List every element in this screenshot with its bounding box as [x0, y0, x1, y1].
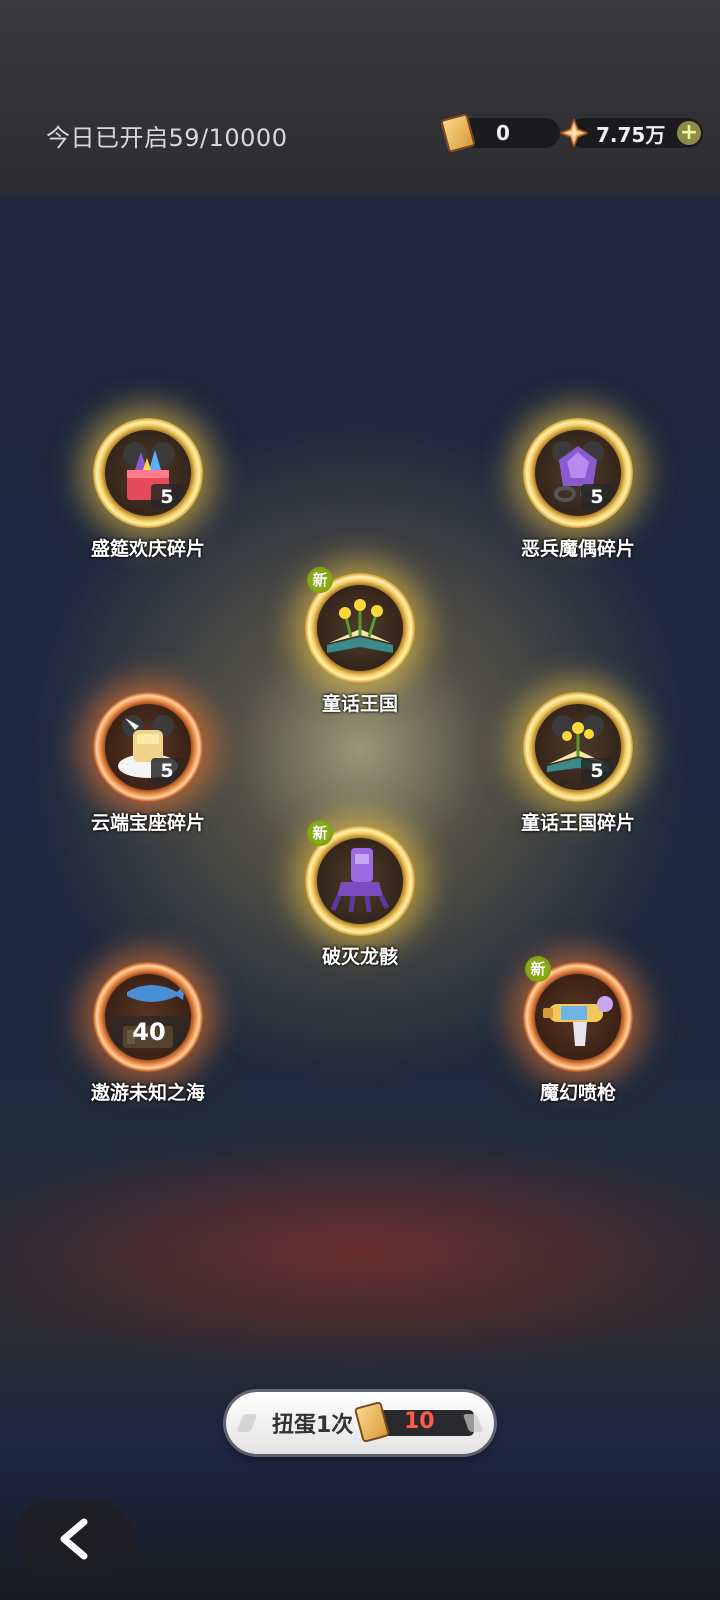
magic-spray-gun-icon	[543, 996, 613, 1046]
new-badge: 新	[307, 820, 333, 846]
reward-item[interactable]: 5 童话王国碎片	[503, 692, 653, 852]
reward-item[interactable]: 新 魔幻喷枪	[503, 956, 653, 1122]
back-button[interactable]	[14, 1500, 134, 1578]
top-bar	[0, 0, 720, 190]
reward-item[interactable]: 5 恶兵魔偶碎片	[503, 418, 653, 578]
decoration-left	[236, 1414, 258, 1432]
quantity-badge: 40	[111, 1016, 187, 1048]
gold-frame: 新	[305, 820, 415, 936]
item-name: 童话王国	[321, 693, 398, 715]
item-name: 童话王国碎片	[520, 812, 635, 834]
crystal-balance: 7.75万 +	[560, 118, 703, 148]
quantity-badge: 5	[581, 758, 613, 784]
ticket-count: 0	[496, 121, 510, 145]
orange-frame: 5	[93, 692, 203, 802]
item-name: 遨游未知之海	[90, 1082, 205, 1104]
reward-item[interactable]: 40 遨游未知之海	[73, 962, 223, 1122]
spin-cost: 10	[404, 1409, 435, 1434]
spin-label: 扭蛋1次	[272, 1413, 354, 1438]
item-name: 云端宝座碎片	[90, 812, 205, 834]
orange-frame: 新	[523, 956, 633, 1072]
ticket-icon	[353, 1400, 391, 1444]
quantity-badge: 5	[151, 758, 183, 784]
fairy-tale-book-icon	[327, 599, 393, 653]
item-name: 恶兵魔偶碎片	[520, 538, 635, 560]
crystal-count: 7.75万	[596, 122, 666, 147]
gold-frame: 5	[523, 418, 633, 528]
ticket-balance: 0	[440, 112, 560, 154]
item-name: 魔幻喷枪	[539, 1082, 616, 1104]
item-name: 破灭龙骸	[321, 946, 398, 968]
back-icon	[60, 1518, 88, 1560]
orange-frame: 40	[93, 962, 203, 1072]
quantity-badge: 5	[151, 484, 183, 510]
reward-item[interactable]: 新 童话王国	[285, 567, 435, 733]
add-crystal-button[interactable]: +	[677, 121, 701, 145]
gold-frame: 5	[93, 418, 203, 528]
reward-item[interactable]: 新 破灭龙骸	[285, 820, 435, 986]
reward-item[interactable]: 5 盛筵欢庆碎片	[73, 418, 223, 578]
daily-open-counter: 今日已开启59/10000	[46, 124, 288, 152]
new-badge: 新	[525, 956, 551, 982]
new-badge: 新	[307, 567, 333, 593]
quantity-badge: 5	[581, 484, 613, 510]
star-crystal-icon	[560, 119, 588, 147]
gacha-spin-button[interactable]: 扭蛋1次 10	[226, 1392, 494, 1454]
dragon-claw-icon	[330, 848, 390, 913]
reward-item[interactable]: 5 云端宝座碎片	[73, 692, 223, 852]
gold-frame: 新	[305, 567, 415, 683]
gold-frame: 5	[523, 692, 633, 802]
item-name: 盛筵欢庆碎片	[90, 538, 205, 560]
